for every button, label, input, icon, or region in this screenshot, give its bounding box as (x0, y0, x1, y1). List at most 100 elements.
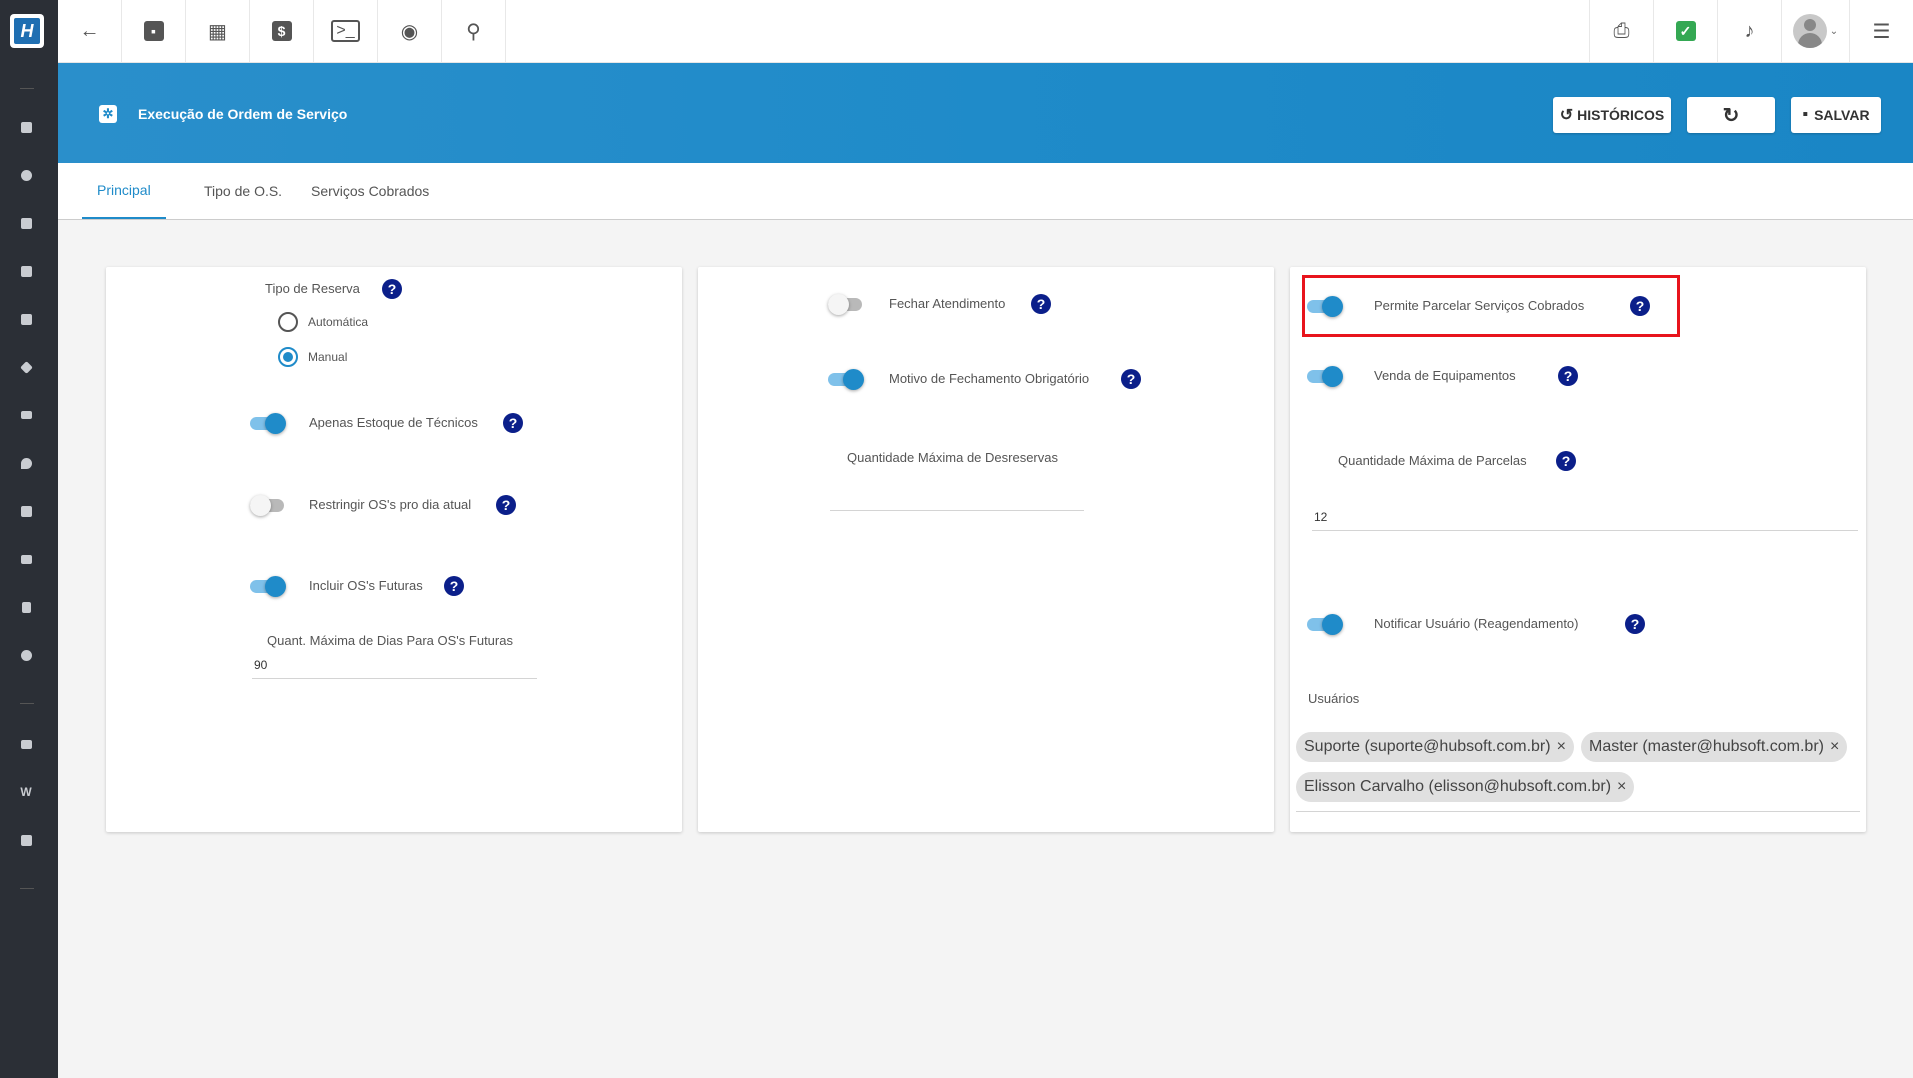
card-reserva: Tipo de Reserva ? Automática Manual Apen… (106, 267, 682, 832)
gear-icon[interactable] (17, 646, 35, 664)
notifications-button[interactable]: ♪ (1717, 0, 1781, 62)
user-chip: Elisson Carvalho (elisson@hubsoft.com.br… (1296, 772, 1635, 802)
help-icon[interactable]: ? (1630, 296, 1650, 316)
save-icon: ▪ (1802, 106, 1809, 123)
fechar-atendimento-toggle[interactable] (828, 293, 864, 315)
sidebar-divider (20, 703, 34, 704)
location-icon[interactable] (17, 454, 35, 472)
dashboard-icon[interactable] (17, 118, 35, 136)
tasks-button[interactable]: ✓ (1653, 0, 1717, 62)
search-icon: ⚲ (466, 20, 481, 43)
close-icon[interactable]: × (1557, 738, 1566, 756)
restringir-label: Restringir OS's pro dia atual (309, 497, 472, 512)
check-message-icon: ✓ (1675, 21, 1696, 41)
salvar-button[interactable]: ▪ SALVAR (1791, 97, 1881, 133)
incluir-futuras-toggle[interactable] (250, 575, 286, 597)
chat-icon[interactable] (17, 831, 35, 849)
venda-equipamentos-label: Venda de Equipamentos (1374, 368, 1516, 383)
search-button[interactable]: ⚲ (442, 0, 506, 62)
chart-pie-icon[interactable] (17, 166, 35, 184)
tab-principal[interactable]: Principal (82, 163, 166, 219)
apenas-estoque-toggle[interactable] (250, 412, 286, 434)
quant-parcelas-input[interactable]: 12 (1312, 503, 1858, 531)
radio-automatica-label: Automática (308, 315, 369, 329)
motivo-fechamento-label: Motivo de Fechamento Obrigatório (889, 371, 1090, 386)
sidebar-divider (20, 888, 34, 889)
radio-automatica[interactable] (278, 312, 298, 332)
help-icon[interactable]: ? (496, 495, 516, 515)
app-logo[interactable]: H (10, 14, 44, 48)
user-chip: Suporte (suporte@hubsoft.com.br) × (1296, 732, 1574, 762)
quant-dias-input[interactable]: 90 (252, 651, 537, 679)
help-icon[interactable]: ? (503, 413, 523, 433)
venda-equipamentos-toggle[interactable] (1307, 365, 1343, 387)
refresh-icon: ↻ (1722, 104, 1740, 127)
help-icon[interactable]: ? (1031, 294, 1051, 314)
apenas-estoque-label: Apenas Estoque de Técnicos (309, 415, 478, 430)
motivo-fechamento-toggle[interactable] (828, 368, 864, 390)
avatar (1792, 14, 1827, 48)
card-atendimento: Fechar Atendimento ? Motivo de Fechament… (698, 267, 1274, 832)
help-icon[interactable]: ? (382, 279, 402, 299)
contact-card-icon: ▪ (143, 21, 164, 41)
schedule-button[interactable]: ▦ (186, 0, 250, 62)
calendar-clock-icon: ▦ (208, 20, 227, 43)
map-icon[interactable] (17, 262, 35, 280)
quant-parcelas-label: Quantidade Máxima de Parcelas (1338, 453, 1527, 468)
card-servicos: Permite Parcelar Serviços Cobrados ? Ven… (1290, 267, 1866, 832)
quant-desreservas-input[interactable] (830, 483, 1084, 511)
quant-desreservas-label: Quantidade Máxima de Desreservas (847, 450, 1058, 465)
refresh-button[interactable]: ↻ (1687, 97, 1775, 133)
restringir-toggle[interactable] (250, 494, 286, 516)
historicos-button[interactable]: ↺ HISTÓRICOS (1553, 97, 1671, 133)
video-icon[interactable] (17, 735, 35, 753)
close-icon[interactable]: × (1617, 778, 1626, 796)
list-icon[interactable] (17, 502, 35, 520)
left-sidebar: H W (0, 0, 58, 1078)
menu-button[interactable]: ☰ (1849, 0, 1913, 62)
tab-tipo-os[interactable]: Tipo de O.S. (194, 163, 292, 219)
finance-button[interactable]: $ (250, 0, 314, 62)
calendar-clock-icon[interactable] (17, 310, 35, 328)
help-icon[interactable]: ? (1558, 366, 1578, 386)
server-icon[interactable] (17, 550, 35, 568)
user-chip-label: Master (master@hubsoft.com.br) (1589, 738, 1824, 755)
terminal-icon: >_ (331, 20, 360, 42)
usuarios-input-underline[interactable] (1296, 811, 1860, 812)
permite-parcelar-toggle[interactable] (1307, 295, 1343, 317)
help-icon[interactable]: ? (1121, 369, 1141, 389)
back-button[interactable]: ← (58, 0, 122, 62)
quant-dias-label: Quant. Máxima de Dias Para OS's Futuras (267, 633, 513, 648)
eye-icon: ◉ (400, 20, 419, 43)
package-icon[interactable] (17, 358, 35, 376)
arrow-left-icon: ← (79, 19, 100, 42)
document-icon[interactable] (17, 598, 35, 616)
notificar-usuario-label: Notificar Usuário (Reagendamento) (1374, 616, 1579, 631)
wiki-icon[interactable]: W (17, 783, 35, 801)
close-icon[interactable]: × (1830, 738, 1839, 756)
user-chip: Master (master@hubsoft.com.br) × (1581, 732, 1848, 762)
salvar-label: SALVAR (1814, 107, 1870, 123)
radio-manual[interactable] (278, 347, 298, 367)
page-title: Execução de Ordem de Serviço (138, 106, 348, 122)
user-menu-button[interactable]: ⌄ (1781, 0, 1849, 62)
historicos-label: HISTÓRICOS (1577, 107, 1665, 123)
page-header: ✲ Execução de Ordem de Serviço ↺ HISTÓRIC… (58, 63, 1913, 163)
logo-mark: H (14, 18, 40, 44)
contacts-icon[interactable] (17, 214, 35, 232)
usuarios-label: Usuários (1308, 691, 1360, 706)
pdf-button[interactable]: ⎙ (1589, 0, 1653, 62)
terminal-button[interactable]: >_ (314, 0, 378, 62)
settings-icon: ✲ (99, 105, 117, 123)
contacts-button[interactable]: ▪ (122, 0, 186, 62)
view-button[interactable]: ◉ (378, 0, 442, 62)
dollar-icon: $ (271, 21, 292, 41)
tipo-reserva-label: Tipo de Reserva (265, 281, 360, 296)
chevron-down-icon: ⌄ (1829, 25, 1839, 37)
notificar-usuario-toggle[interactable] (1307, 613, 1343, 635)
money-icon[interactable] (17, 406, 35, 424)
help-icon[interactable]: ? (1556, 451, 1576, 471)
tab-servicos-cobrados[interactable]: Serviços Cobrados (301, 163, 439, 219)
help-icon[interactable]: ? (1625, 614, 1645, 634)
help-icon[interactable]: ? (444, 576, 464, 596)
